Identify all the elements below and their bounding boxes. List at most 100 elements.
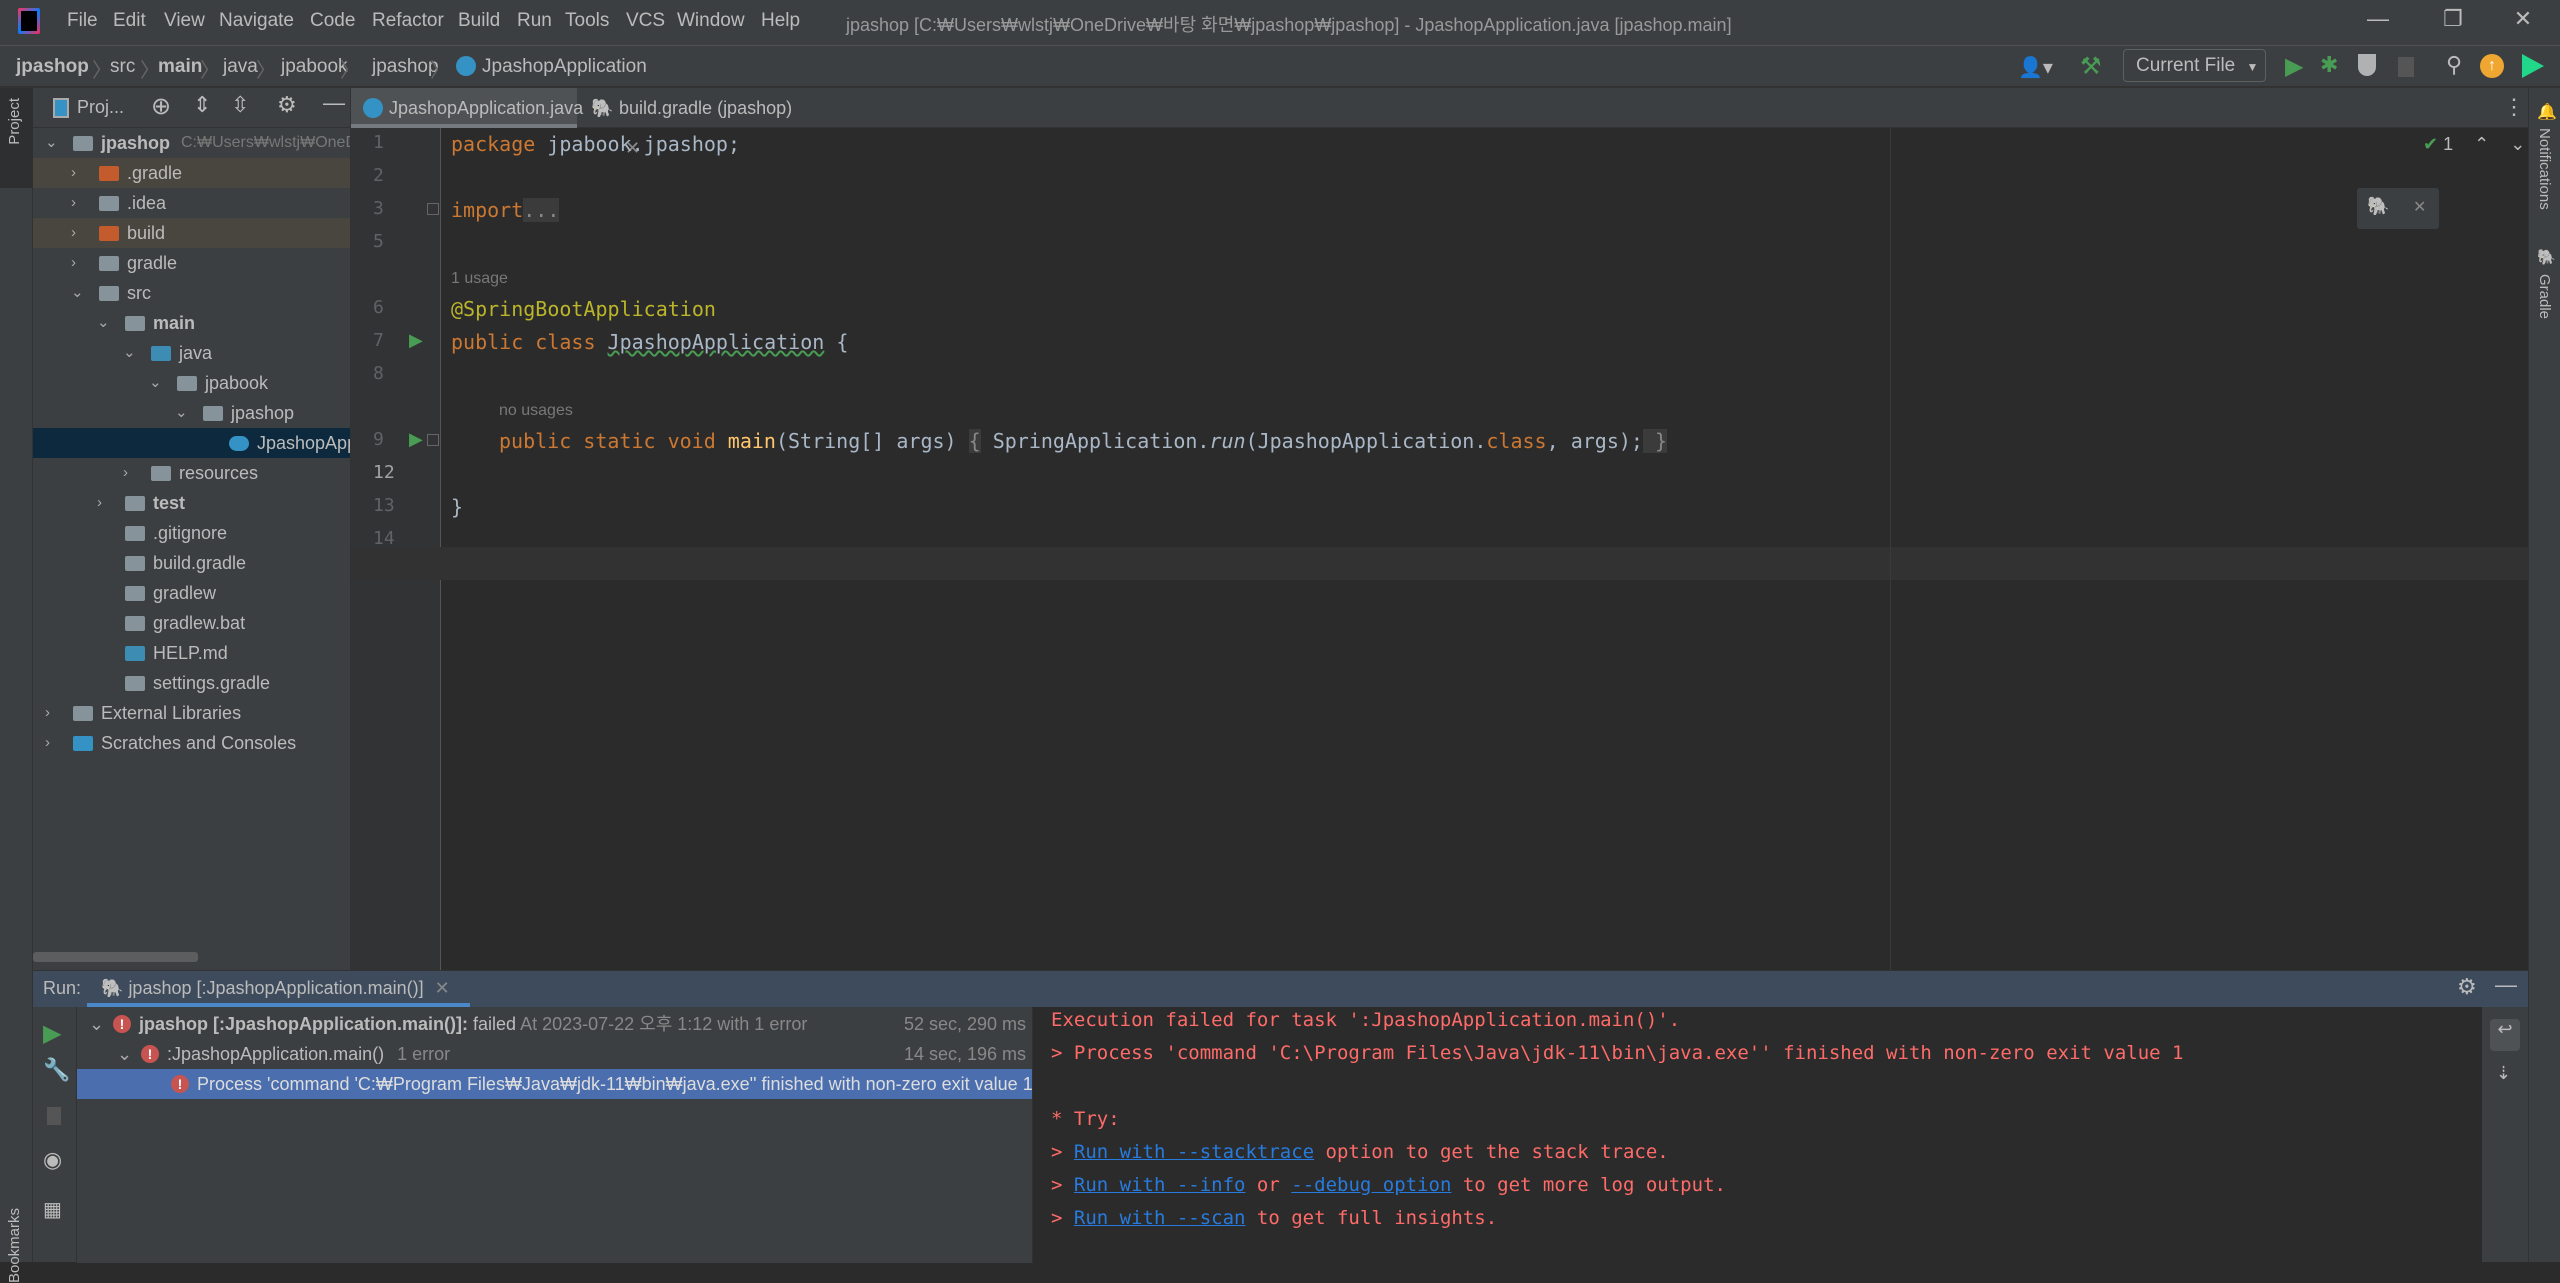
chevron-down-icon[interactable]: ⌄ [149,368,162,398]
close-window-button[interactable]: ✕ [2503,6,2543,32]
menu-file[interactable]: File [67,10,98,32]
gradle-reload-icon[interactable]: 🐘 [2367,196,2389,217]
chevron-down-icon[interactable]: ⌄ [175,398,188,428]
chevron-right-icon[interactable]: › [123,458,128,488]
gradle-tool-button[interactable]: Gradle [2536,274,2553,319]
menu-window[interactable]: Window [677,10,745,32]
expand-all-icon[interactable]: ⇕ [193,92,211,118]
close-tab-icon[interactable]: ✕ [435,978,450,998]
tree-item[interactable]: ⌄ jpashop C:₩Users₩wlstj₩OneDrive [33,128,350,158]
run-with-coverage-icon[interactable] [2358,54,2376,76]
tree-item[interactable]: build.gradle [33,548,350,578]
run-gutter-icon[interactable]: ▶ [409,429,423,450]
tab-build-gradle[interactable]: 🐘 build.gradle (jpashop) ✕ [581,88,801,158]
search-icon[interactable]: ⚲ [2446,52,2462,78]
run-gutter-icon[interactable]: ▶ [409,330,423,351]
hide-panel-icon[interactable]: — [2495,972,2517,998]
menu-code[interactable]: Code [310,10,355,32]
chevron-down-icon[interactable]: ⌄ [45,128,58,158]
breadcrumb-class[interactable]: JpashopApplication [482,56,647,78]
tree-item[interactable]: › Scratches and Consoles [33,728,350,758]
notifications-tool-button[interactable]: Notifications [2536,128,2553,210]
tree-item[interactable]: › .gradle [33,158,350,188]
menu-view[interactable]: View [164,10,205,32]
breadcrumb-src[interactable]: src [110,56,135,78]
tree-item[interactable]: › gradle [33,248,350,278]
close-popup-icon[interactable]: ✕ [2413,197,2426,217]
breadcrumb-java[interactable]: java [223,56,258,78]
info-link[interactable]: Run with --info [1074,1174,1246,1196]
tree-item[interactable]: ⌄ jpashop [33,398,350,428]
stop-icon[interactable] [47,1107,61,1125]
chevron-right-icon[interactable]: › [45,698,50,728]
menu-help[interactable]: Help [761,10,800,32]
bookmarks-tool-button[interactable]: Bookmarks [6,1208,23,1283]
tree-item[interactable]: › build [33,218,350,248]
eye-icon[interactable]: ◉ [43,1147,62,1173]
menu-build[interactable]: Build [458,10,500,32]
tree-item[interactable]: JpashopApplication [33,428,350,458]
chevron-right-icon[interactable]: › [71,188,76,218]
next-highlight-icon[interactable]: ⌄ [2510,134,2525,154]
tree-item[interactable]: ⌄ main [33,308,350,338]
tree-item[interactable]: gradlew [33,578,350,608]
stacktrace-link[interactable]: Run with --stacktrace [1074,1141,1314,1163]
tree-item[interactable]: › .idea [33,188,350,218]
menu-edit[interactable]: Edit [113,10,146,32]
project-view-selector[interactable]: Proj... [77,97,124,118]
menu-vcs[interactable]: VCS [626,10,665,32]
gear-icon[interactable]: ⚙ [2457,974,2477,1000]
gradle-reload-popup[interactable]: 🐘 ✕ [2357,188,2439,229]
tree-item[interactable]: settings.gradle [33,668,350,698]
gear-icon[interactable]: ⚙ [277,92,297,118]
breadcrumb-jpabook[interactable]: jpabook [281,56,348,78]
chevron-right-icon[interactable]: › [71,218,76,248]
chevron-right-icon[interactable]: › [71,248,76,278]
tab-jpashop-application[interactable]: JpashopApplication.java ✕ [351,88,583,158]
collapse-all-icon[interactable]: ⇳ [231,92,249,118]
update-icon[interactable]: ↑ [2480,54,2504,78]
tree-item[interactable]: HELP.md [33,638,350,668]
tree-item[interactable]: ⌄ java [33,338,350,368]
chevron-right-icon[interactable]: › [97,488,102,518]
scroll-to-end-icon[interactable]: ⇣ [2496,1063,2511,1084]
inspection-widget[interactable]: ✔ 1 ⌃ ⌄ [2423,134,2525,155]
soft-wrap-icon[interactable]: ↩ [2490,1019,2520,1051]
tree-item[interactable]: .gitignore [33,518,350,548]
tree-item[interactable]: › External Libraries [33,698,350,728]
menu-refactor[interactable]: Refactor [372,10,444,32]
breadcrumb-main[interactable]: main [158,56,202,78]
menu-run[interactable]: Run [517,10,552,32]
tree-item[interactable]: gradlew.bat [33,608,350,638]
project-tool-button[interactable]: Project [0,88,33,188]
vcs-user-icon[interactable]: 👤▾ [2018,55,2053,80]
run-config-dropdown[interactable]: Current File ▼ [2123,49,2266,82]
chevron-down-icon[interactable]: ⌄ [97,308,110,338]
more-options-icon[interactable]: ⋮ [2503,94,2525,120]
tree-item[interactable]: › resources [33,458,350,488]
wrench-icon[interactable]: 🔧 [43,1057,70,1083]
scan-link[interactable]: Run with --scan [1074,1207,1246,1229]
fold-icon[interactable] [427,434,439,446]
menu-tools[interactable]: Tools [565,10,609,32]
chevron-right-icon[interactable]: › [45,728,50,758]
stop-icon[interactable] [2398,57,2414,77]
minimize-button[interactable]: — [2358,6,2398,32]
debug-icon[interactable]: ✱ [2320,52,2338,78]
tree-item[interactable]: ⌄ src [33,278,350,308]
rerun-icon[interactable]: ▶ [43,1019,61,1048]
tree-item[interactable]: › test [33,488,350,518]
build-hammer-icon[interactable]: ⚒ [2080,52,2102,81]
debug-link[interactable]: --debug option [1291,1174,1451,1196]
chevron-down-icon[interactable]: ⌄ [123,338,136,368]
breadcrumb-jpashop-package[interactable]: jpashop [372,56,439,78]
run-tree-row-selected[interactable]: ! Process 'command 'C:₩Program Files₩Jav… [77,1069,1033,1099]
code-with-me-icon[interactable] [2522,54,2544,78]
run-tab[interactable]: 🐘 jpashop [:JpashopApplication.main()] ✕ [87,971,470,1007]
breadcrumb-jpashop[interactable]: jpashop [16,56,89,78]
tree-item[interactable]: ⌄ jpabook [33,368,350,398]
run-tree-row[interactable]: ⌄ ! :JpashopApplication.main() 1 error 1… [77,1039,1032,1069]
console-output[interactable]: Execution failed for task ':JpashopAppli… [1032,1007,2482,1263]
chevron-down-icon[interactable]: ⌄ [71,278,84,308]
layout-icon[interactable]: ▦ [43,1197,62,1222]
